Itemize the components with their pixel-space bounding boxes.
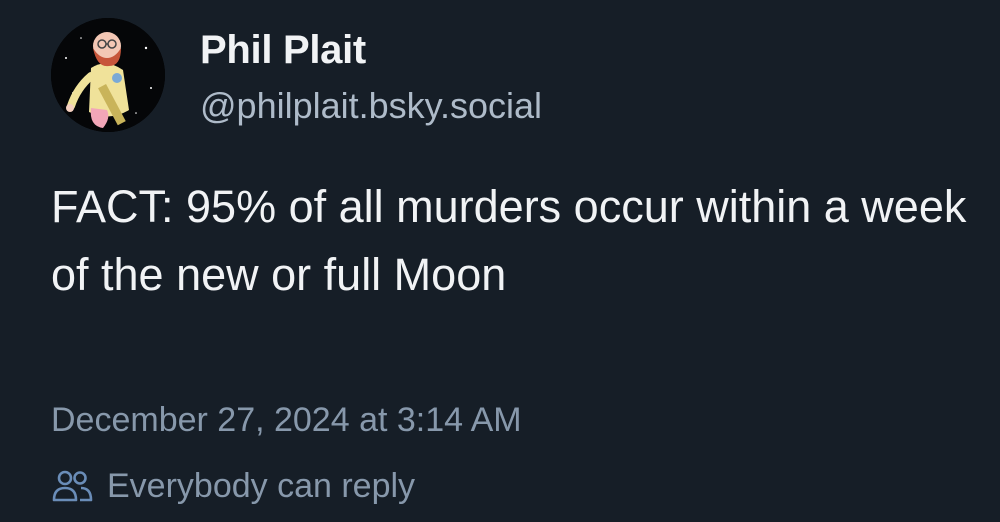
- post-text: FACT: 95% of all murders occur within a …: [51, 181, 967, 300]
- reply-setting-label: Everybody can reply: [107, 467, 416, 505]
- author-avatar[interactable]: [51, 18, 165, 132]
- reply-setting[interactable]: Everybody can reply: [51, 462, 415, 510]
- author-handle[interactable]: @philplait.bsky.social: [200, 82, 542, 130]
- post-timestamp[interactable]: December 27, 2024 at 3:14 AM: [51, 397, 522, 443]
- people-icon: [51, 468, 95, 504]
- author-display-name[interactable]: Phil Plait: [200, 24, 366, 76]
- post-card: Phil Plait @philplait.bsky.social FACT: …: [0, 0, 1000, 522]
- cartoon-astronomer-avatar-icon: [51, 18, 165, 132]
